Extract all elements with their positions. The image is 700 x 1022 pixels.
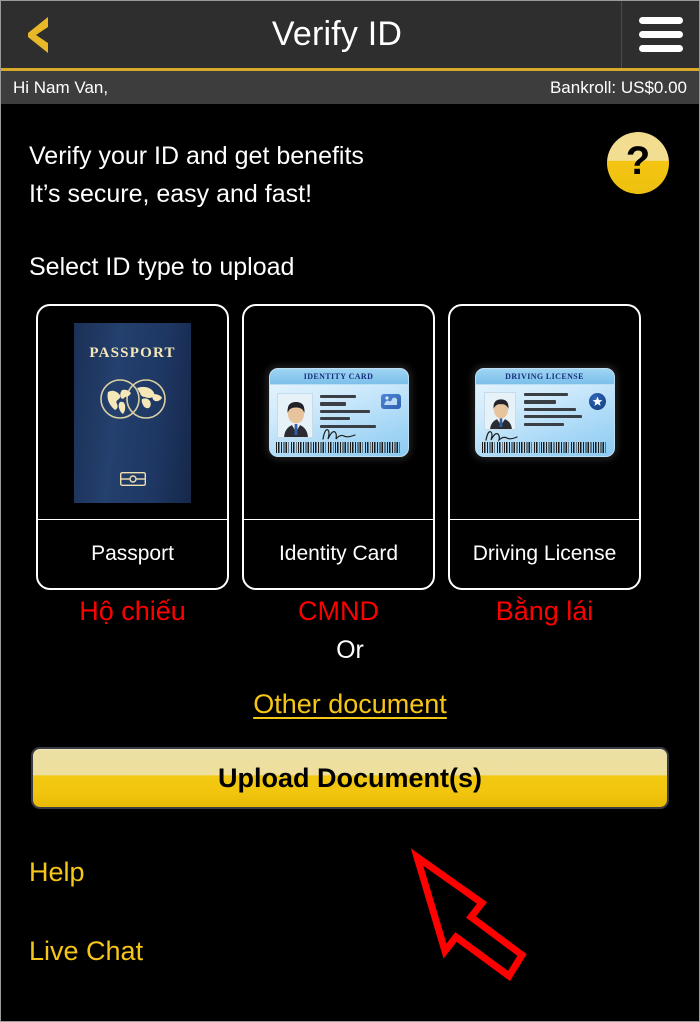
- other-document-link[interactable]: Other document: [253, 689, 447, 719]
- id-type-card-row: PASSPORT Passport IDENTITY CARD Identity…: [1, 282, 699, 590]
- user-greeting: Hi Nam Van,: [13, 77, 109, 97]
- driving-license-header-text: DRIVING LICENSE: [475, 369, 614, 385]
- passport-cover-title: PASSPORT: [89, 344, 176, 361]
- id-type-card-driving-license[interactable]: DRIVING LICENSE Driving License: [448, 304, 641, 590]
- intro-line-2: It’s secure, easy and fast!: [29, 180, 313, 208]
- hamburger-bar-3: [638, 45, 683, 52]
- hamburger-menu-button[interactable]: [621, 1, 699, 68]
- barcode-icon: [481, 442, 608, 453]
- verify-id-screen: Verify ID Hi Nam Van, Bankroll: US$0.00 …: [0, 0, 700, 1022]
- portrait-icon: [484, 393, 515, 429]
- identity-card-artwork: IDENTITY CARD: [244, 306, 433, 520]
- intro-line-1: Verify your ID and get benefits: [29, 142, 364, 170]
- annotation-row: Hộ chiếu CMND Bằng lái: [1, 596, 699, 638]
- question-mark-icon: ?: [625, 139, 651, 183]
- title-bar: Verify ID: [1, 1, 699, 68]
- hologram-icon: [380, 394, 401, 409]
- id-type-card-identity-card[interactable]: IDENTITY CARD Identity Card: [242, 304, 435, 590]
- barcode-icon: [275, 442, 402, 453]
- hamburger-bar-2: [638, 31, 683, 38]
- live-chat-link[interactable]: Live Chat: [29, 936, 699, 967]
- identity-card-icon: IDENTITY CARD: [268, 368, 409, 457]
- star-glyph: [592, 396, 602, 406]
- other-document-link-wrap: Other document: [1, 689, 699, 720]
- identity-card-header-text: IDENTITY CARD: [269, 369, 408, 385]
- hamburger-bar-1: [638, 17, 683, 24]
- user-status-bar: Hi Nam Van, Bankroll: US$0.00: [1, 71, 699, 104]
- identity-card-body: [270, 385, 408, 456]
- license-photo: [483, 392, 516, 430]
- chevron-left-icon: [28, 16, 48, 53]
- signature-icon: [484, 431, 518, 442]
- help-link[interactable]: Help: [29, 857, 699, 888]
- or-separator: Or: [336, 636, 364, 664]
- biometric-chip-icon: [119, 471, 146, 486]
- id-type-label-passport: Passport: [91, 542, 174, 565]
- passport-artwork: PASSPORT: [38, 306, 227, 520]
- id-type-label-identity-card: Identity Card: [278, 542, 399, 565]
- star-seal-icon: [588, 393, 606, 410]
- bankroll-amount: Bankroll: US$0.00: [549, 77, 687, 97]
- annotation-identity-card: CMND: [298, 596, 379, 626]
- driving-license-body: [476, 385, 614, 456]
- upload-documents-button[interactable]: Upload Document(s): [31, 747, 669, 809]
- globes-icon: [99, 378, 166, 419]
- annotation-passport: Hộ chiếu: [79, 596, 186, 626]
- driving-license-artwork: DRIVING LICENSE: [450, 306, 639, 520]
- footer-links: Help Live Chat: [1, 809, 699, 967]
- passport-cover-icon: PASSPORT: [74, 322, 191, 503]
- id-photo: [276, 393, 313, 438]
- main-content: Verify your ID and get benefits It’s sec…: [1, 104, 699, 967]
- portrait-icon: [277, 394, 312, 437]
- upload-button-wrap: Upload Document(s): [1, 720, 699, 809]
- select-id-type-label: Select ID type to upload: [29, 253, 295, 281]
- signature-icon: [321, 429, 356, 440]
- id-type-card-passport[interactable]: PASSPORT Passport: [36, 304, 229, 590]
- intro-block: Verify your ID and get benefits It’s sec…: [1, 104, 699, 213]
- hologram-glyph: [383, 396, 397, 405]
- license-text-lines: [523, 393, 582, 430]
- annotation-driving-license: Bằng lái: [495, 596, 594, 626]
- page-title: Verify ID: [271, 15, 403, 53]
- help-question-button[interactable]: ?: [607, 132, 669, 194]
- driving-license-icon: DRIVING LICENSE: [474, 368, 615, 457]
- id-type-label-driving-license: Driving License: [472, 542, 617, 565]
